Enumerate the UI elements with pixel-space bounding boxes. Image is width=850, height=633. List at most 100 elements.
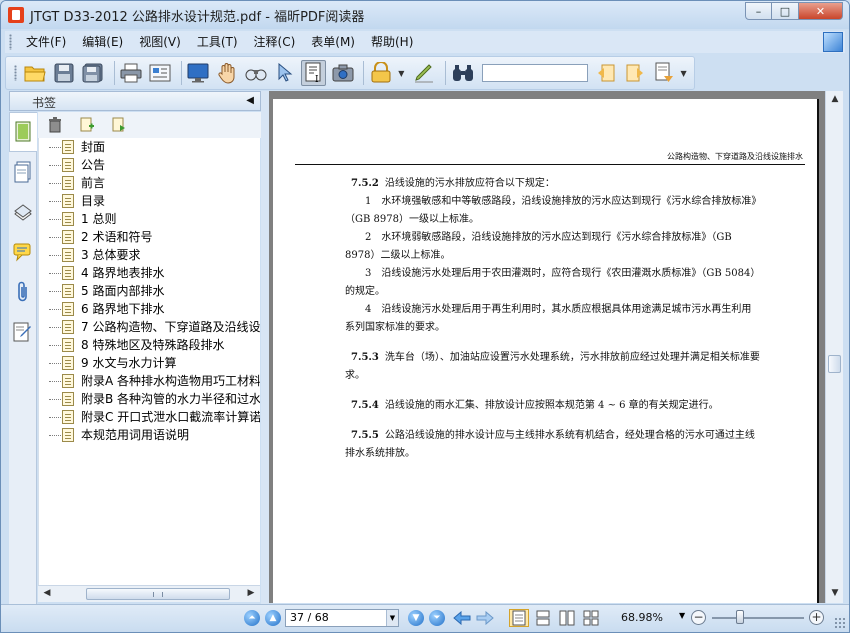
continuous-facing-view-button[interactable] bbox=[581, 609, 601, 627]
scrollbar-thumb[interactable] bbox=[86, 588, 230, 600]
close-button[interactable]: ✕ bbox=[799, 2, 843, 20]
bookmark-item[interactable]: 4 路界地表排水 bbox=[39, 264, 260, 282]
bookmark-item[interactable]: 9 水文与水力计算 bbox=[39, 354, 260, 372]
menu-comment[interactable]: 注释(C) bbox=[246, 32, 304, 52]
side-tab-pages[interactable] bbox=[9, 152, 37, 192]
document-view[interactable]: 公路构造物、下穿道路及沿线设施排水 7.5.2 沿线设施的污水排放应符合以下规定：… bbox=[269, 91, 825, 603]
bookmark-label: 附录C 开口式泄水口截流率计算诺 bbox=[81, 410, 260, 424]
add-bookmark-button[interactable] bbox=[78, 116, 96, 134]
printer-icon bbox=[120, 63, 142, 83]
panel-splitter[interactable] bbox=[261, 91, 269, 604]
search-options-dropdown-arrow[interactable]: ▼ bbox=[681, 69, 691, 78]
snapshot-button[interactable] bbox=[330, 60, 355, 86]
toolbar-separator bbox=[363, 61, 365, 85]
bookmark-item[interactable]: 2 术语和符号 bbox=[39, 228, 260, 246]
side-tab-layers[interactable] bbox=[9, 192, 37, 232]
save-button[interactable] bbox=[52, 60, 77, 86]
menu-view[interactable]: 视图(V) bbox=[131, 32, 189, 52]
find-previous-button[interactable] bbox=[594, 60, 619, 86]
side-tab-attachments[interactable] bbox=[9, 272, 37, 312]
zoom-dropdown-arrow[interactable]: ▼ bbox=[679, 611, 685, 620]
menu-edit[interactable]: 编辑(E) bbox=[74, 32, 131, 52]
bookmark-item[interactable]: 7 公路构造物、下穿道路及沿线设 bbox=[39, 318, 260, 336]
bookmark-item[interactable]: 附录C 开口式泄水口截流率计算诺 bbox=[39, 408, 260, 426]
rms-button[interactable] bbox=[368, 60, 394, 86]
bookmark-horizontal-scrollbar[interactable]: ◀ ▶ bbox=[38, 585, 260, 602]
add-child-bookmark-icon bbox=[112, 117, 125, 132]
last-page-button[interactable]: ⏷ bbox=[429, 610, 445, 626]
rms-dropdown-arrow[interactable]: ▼ bbox=[398, 69, 408, 78]
bookmark-item[interactable]: 6 路界地下排水 bbox=[39, 300, 260, 318]
bookmark-item[interactable]: 附录B 各种沟管的水力半径和过水 bbox=[39, 390, 260, 408]
document-vertical-scrollbar[interactable]: ▲ ▼ bbox=[825, 91, 843, 603]
zoom-slider-track[interactable] bbox=[712, 617, 804, 619]
zoom-level[interactable]: 68.98% bbox=[621, 611, 663, 624]
find-button[interactable] bbox=[450, 60, 476, 86]
bookmark-item[interactable]: 前言 bbox=[39, 174, 260, 192]
select-tool-button[interactable] bbox=[272, 60, 297, 86]
bookmark-item[interactable]: 5 路面内部排水 bbox=[39, 282, 260, 300]
bookmark-page-icon bbox=[62, 338, 74, 352]
side-tab-bookmarks[interactable] bbox=[9, 112, 37, 152]
bookmark-item[interactable]: 本规范用词用语说明 bbox=[39, 426, 260, 444]
scroll-up-arrow[interactable]: ▲ bbox=[829, 94, 841, 106]
text-select-tool-button[interactable]: I bbox=[301, 60, 327, 86]
menu-help[interactable]: 帮助(H) bbox=[363, 32, 421, 52]
page-number-field[interactable]: 37 / 68 ▼ bbox=[285, 609, 399, 627]
bookmark-page-icon bbox=[62, 158, 74, 172]
open-button[interactable] bbox=[23, 60, 48, 86]
continuous-view-button[interactable] bbox=[533, 609, 553, 627]
add-child-bookmark-button[interactable] bbox=[110, 116, 128, 134]
scrollbar-thumb[interactable] bbox=[828, 355, 841, 373]
search-options-button[interactable] bbox=[652, 60, 677, 86]
bookmark-page-icon bbox=[62, 176, 74, 190]
full-screen-button[interactable] bbox=[186, 60, 211, 86]
bookmark-item[interactable]: 3 总体要求 bbox=[39, 246, 260, 264]
minimize-button[interactable]: – bbox=[745, 2, 772, 20]
facing-view-button[interactable] bbox=[557, 609, 577, 627]
delete-bookmark-button[interactable] bbox=[46, 116, 64, 134]
clause-7-5-4: 7.5.4 沿线设施的雨水汇集、排放设计应按照本规范第 4 ~ 6 章的有关规定进… bbox=[345, 397, 761, 415]
zoom-out-button[interactable]: − bbox=[691, 610, 706, 625]
search-input[interactable] bbox=[481, 64, 588, 82]
email-button[interactable] bbox=[148, 60, 173, 86]
zoom-in-button[interactable]: + bbox=[809, 610, 824, 625]
scroll-down-arrow[interactable]: ▼ bbox=[829, 588, 841, 600]
next-page-button[interactable]: ▼ bbox=[408, 610, 424, 626]
side-tab-comments[interactable] bbox=[9, 232, 37, 272]
bookmark-item[interactable]: 公告 bbox=[39, 156, 260, 174]
scroll-left-arrow[interactable]: ◀ bbox=[40, 588, 54, 600]
save-as-button[interactable] bbox=[81, 60, 106, 86]
print-button[interactable] bbox=[119, 60, 144, 86]
find-next-button[interactable] bbox=[623, 60, 648, 86]
bookmark-page-icon bbox=[62, 284, 74, 298]
zoom-tool-button[interactable] bbox=[243, 60, 268, 86]
collapse-panel-icon[interactable]: ◀ bbox=[246, 95, 254, 106]
bookmark-item[interactable]: 目录 bbox=[39, 192, 260, 210]
scroll-right-arrow[interactable]: ▶ bbox=[244, 588, 258, 600]
previous-page-button[interactable]: ▲ bbox=[265, 610, 281, 626]
window-title: JTGT D33-2012 公路排水设计规范.pdf - 福昕PDF阅读器 bbox=[30, 9, 365, 25]
pdf-page: 公路构造物、下穿道路及沿线设施排水 7.5.2 沿线设施的污水排放应符合以下规定：… bbox=[273, 99, 819, 603]
side-tab-signatures[interactable] bbox=[9, 312, 37, 352]
single-page-view-button[interactable] bbox=[509, 609, 529, 627]
zoom-slider-thumb[interactable] bbox=[736, 610, 744, 624]
page-dropdown-arrow[interactable]: ▼ bbox=[386, 610, 398, 626]
restore-layout-icon[interactable] bbox=[823, 32, 843, 52]
sign-button[interactable] bbox=[412, 60, 437, 86]
window-resize-grip[interactable] bbox=[834, 617, 846, 629]
first-page-button[interactable]: ⏶ bbox=[244, 610, 260, 626]
bookmark-item[interactable]: 8 特殊地区及特殊路段排水 bbox=[39, 336, 260, 354]
bookmark-item[interactable]: 附录A 各种排水构造物用巧工材料 bbox=[39, 372, 260, 390]
hand-tool-button[interactable] bbox=[215, 60, 240, 86]
bookmark-item[interactable]: 封面 bbox=[39, 138, 260, 156]
clause-number: 7.5.5 bbox=[351, 430, 379, 441]
bookmark-item[interactable]: 1 总则 bbox=[39, 210, 260, 228]
menu-file[interactable]: 文件(F) bbox=[18, 32, 74, 52]
bookmark-page-icon bbox=[62, 374, 74, 388]
go-forward-arrow-icon[interactable] bbox=[476, 611, 494, 625]
go-back-arrow-icon[interactable] bbox=[453, 611, 471, 625]
menu-form[interactable]: 表单(M) bbox=[303, 32, 363, 52]
menu-tools[interactable]: 工具(T) bbox=[189, 32, 246, 52]
maximize-button[interactable]: □ bbox=[772, 2, 799, 20]
